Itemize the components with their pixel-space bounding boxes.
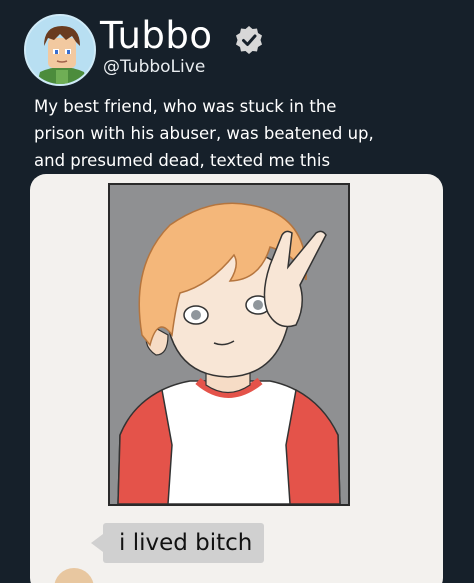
tweet-line: My best friend, who was stuck in the xyxy=(34,97,337,116)
display-name[interactable]: Tubbo xyxy=(100,16,213,56)
message-bubble: i lived bitch xyxy=(91,523,265,563)
user-handle[interactable]: @TubboLive xyxy=(103,57,205,77)
verified-badge-icon xyxy=(236,26,262,54)
avatar-image xyxy=(26,16,94,84)
tweet-body: My best friend, who was stuck in the pri… xyxy=(34,93,454,174)
tweet-screenshot: Tubbo @TubboLive My best friend, who was… xyxy=(0,0,474,583)
tweet-line: prison with his abuser, was beatened up, xyxy=(34,124,374,143)
message-text: i lived bitch xyxy=(119,530,253,556)
profile-avatar[interactable] xyxy=(24,14,96,86)
selfie-drawing xyxy=(108,183,350,506)
bubble-tail xyxy=(91,534,103,552)
tweet-line: and presumed dead, texted me this xyxy=(34,151,331,170)
